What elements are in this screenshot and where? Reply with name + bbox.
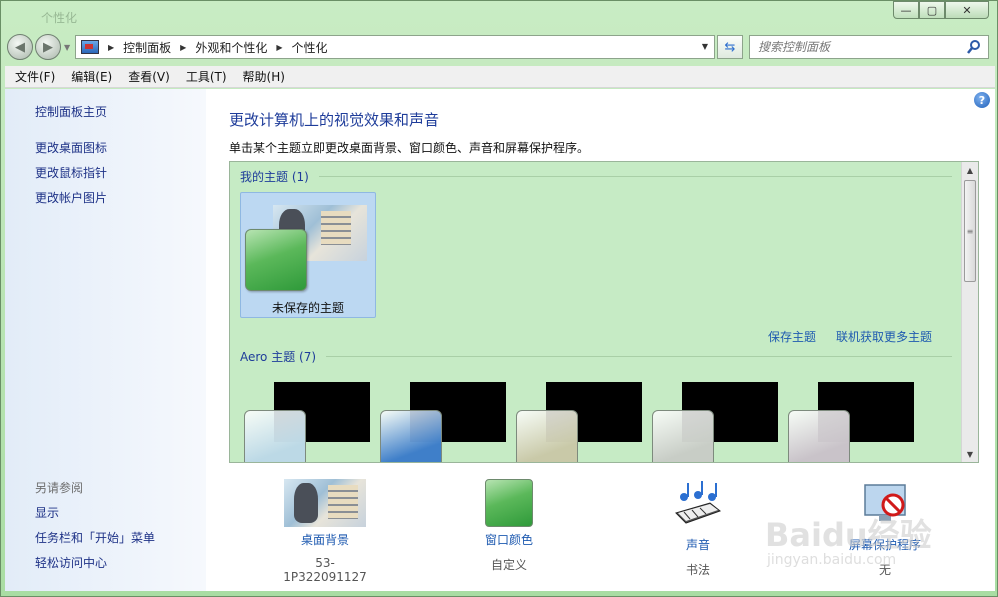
theme-color-swatch <box>788 410 850 462</box>
menu-file[interactable]: 文件(F) <box>5 68 61 85</box>
breadcrumb-personalization[interactable]: 个性化 <box>292 39 328 56</box>
window-color-swatch <box>485 479 533 527</box>
menu-edit[interactable]: 编辑(E) <box>61 68 118 85</box>
desktop-background-thumbnail <box>284 479 366 527</box>
sidebar-ease-of-access[interactable]: 轻松访问中心 <box>35 554 107 571</box>
window-title: 个性化 <box>41 11 78 25</box>
search-box <box>749 35 989 59</box>
screen-saver-setting[interactable]: 屏幕保护程序 无 <box>834 479 936 578</box>
unsaved-theme-tile[interactable]: 未保存的主题 <box>240 192 376 318</box>
theme-list: 我的主题 (1) 未保存的主题 保存主题 联机获取更多主题 Aero 主题 (7… <box>229 161 979 463</box>
back-button[interactable]: ◀ <box>7 34 33 60</box>
menu-tools[interactable]: 工具(T) <box>176 68 233 85</box>
theme-color-swatch <box>516 410 578 462</box>
breadcrumb-appearance[interactable]: 外观和个性化 <box>195 39 267 56</box>
sounds-setting[interactable]: 声音 书法 <box>658 479 738 578</box>
sounds-icon <box>675 481 722 524</box>
breadcrumb-separator-icon[interactable]: ▶ <box>180 43 186 52</box>
aero-theme-tile[interactable] <box>652 382 782 462</box>
maximize-button[interactable]: ▢ <box>919 1 945 19</box>
caption-buttons: — ▢ ✕ <box>893 1 989 19</box>
scroll-down-icon[interactable]: ▼ <box>962 446 978 462</box>
window-color-setting[interactable]: 窗口颜色 自定义 <box>469 479 549 573</box>
search-input[interactable] <box>758 40 958 54</box>
menu-view[interactable]: 查看(V) <box>118 68 176 85</box>
close-button[interactable]: ✕ <box>945 1 989 19</box>
sidebar-change-account-picture[interactable]: 更改帐户图片 <box>35 189 107 206</box>
sidebar: 控制面板主页 更改桌面图标 更改鼠标指针 更改帐户图片 另请参阅 显示 任务栏和… <box>5 89 206 591</box>
desktop-background-setting[interactable]: 桌面背景 53-1P322091127 <box>279 479 371 584</box>
theme-color-swatch <box>245 229 307 291</box>
screen-saver-value: 无 <box>878 563 891 577</box>
help-icon[interactable]: ? <box>974 92 990 108</box>
breadcrumb-control-panel[interactable]: 控制面板 <box>123 39 171 56</box>
aero-theme-tile[interactable] <box>788 382 918 462</box>
theme-color-swatch <box>244 410 306 462</box>
address-bar[interactable]: ▶ 控制面板 ▶ 外观和个性化 ▶ 个性化 ▼ <box>75 35 715 59</box>
see-also-heading: 另请参阅 <box>35 481 84 495</box>
main-content: ? 更改计算机上的视觉效果和声音 单击某个主题立即更改桌面背景、窗口颜色、声音和… <box>206 89 995 591</box>
control-panel-icon <box>81 40 99 54</box>
menu-bar: 文件(F) 编辑(E) 查看(V) 工具(T) 帮助(H) <box>5 66 995 88</box>
minimize-icon: — <box>900 3 912 17</box>
sidebar-control-panel-home[interactable]: 控制面板主页 <box>35 103 107 120</box>
refresh-button[interactable]: ⇆ <box>717 35 743 59</box>
close-icon: ✕ <box>962 3 972 17</box>
screen-saver-icon <box>864 484 906 521</box>
sounds-label[interactable]: 声音 <box>658 536 738 553</box>
save-theme-link[interactable]: 保存主题 <box>768 328 816 345</box>
menu-help[interactable]: 帮助(H) <box>233 68 291 85</box>
forward-arrow-icon: ▶ <box>43 39 53 55</box>
sounds-value: 书法 <box>685 563 710 577</box>
desktop-background-value: 53-1P322091127 <box>283 556 367 584</box>
divider <box>326 356 952 357</box>
scroll-up-icon[interactable]: ▲ <box>962 162 978 178</box>
refresh-icon: ⇆ <box>724 39 736 55</box>
address-dropdown-icon[interactable]: ▼ <box>702 42 708 51</box>
page-title: 更改计算机上的视觉效果和声音 <box>229 111 440 129</box>
theme-color-swatch <box>380 410 442 462</box>
navigation-bar: ◀ ▶ ▼ ▶ 控制面板 ▶ 外观和个性化 ▶ 个性化 ▼ ⇆ <box>1 31 997 63</box>
window-color-label[interactable]: 窗口颜色 <box>469 531 549 548</box>
aero-themes-heading: Aero 主题 (7) <box>240 348 952 365</box>
maximize-icon: ▢ <box>926 3 938 17</box>
window-color-value: 自定义 <box>490 558 527 572</box>
back-arrow-icon: ◀ <box>15 39 25 55</box>
vertical-scrollbar[interactable]: ▲ ≡ ▼ <box>961 162 978 462</box>
forward-button[interactable]: ▶ <box>35 34 61 60</box>
desktop-background-label[interactable]: 桌面背景 <box>279 531 371 548</box>
recent-pages-dropdown[interactable]: ▼ <box>64 43 70 52</box>
sidebar-display[interactable]: 显示 <box>35 504 59 521</box>
screen-saver-label[interactable]: 屏幕保护程序 <box>834 536 936 553</box>
aero-theme-tile[interactable] <box>516 382 646 462</box>
get-more-themes-link[interactable]: 联机获取更多主题 <box>836 328 932 345</box>
sidebar-taskbar-start-menu[interactable]: 任务栏和「开始」菜单 <box>35 529 155 546</box>
breadcrumb-separator-icon[interactable]: ▶ <box>276 43 282 52</box>
window: 个性化 — ▢ ✕ ◀ ▶ ▼ ▶ 控制面板 ▶ 外观和个性化 ▶ 个性化 ▼ … <box>0 0 998 597</box>
aero-theme-tile[interactable] <box>380 382 510 462</box>
my-themes-heading-text: 我的主题 (1) <box>240 170 309 184</box>
sidebar-change-desktop-icons[interactable]: 更改桌面图标 <box>35 139 107 156</box>
title-bar: 个性化 — ▢ ✕ <box>1 1 997 31</box>
scrollbar-thumb[interactable]: ≡ <box>964 180 976 282</box>
aero-themes-heading-text: Aero 主题 (7) <box>240 350 317 364</box>
my-themes-heading: 我的主题 (1) <box>240 168 952 185</box>
page-description: 单击某个主题立即更改桌面背景、窗口颜色、声音和屏幕保护程序。 <box>229 141 590 155</box>
sidebar-change-mouse-pointers[interactable]: 更改鼠标指针 <box>35 164 107 181</box>
aero-theme-tile[interactable] <box>244 382 374 462</box>
breadcrumb-separator-icon[interactable]: ▶ <box>108 43 114 52</box>
minimize-button[interactable]: — <box>893 1 919 19</box>
divider <box>318 176 952 177</box>
theme-color-swatch <box>652 410 714 462</box>
unsaved-theme-label: 未保存的主题 <box>271 301 344 315</box>
search-icon[interactable] <box>966 39 982 55</box>
